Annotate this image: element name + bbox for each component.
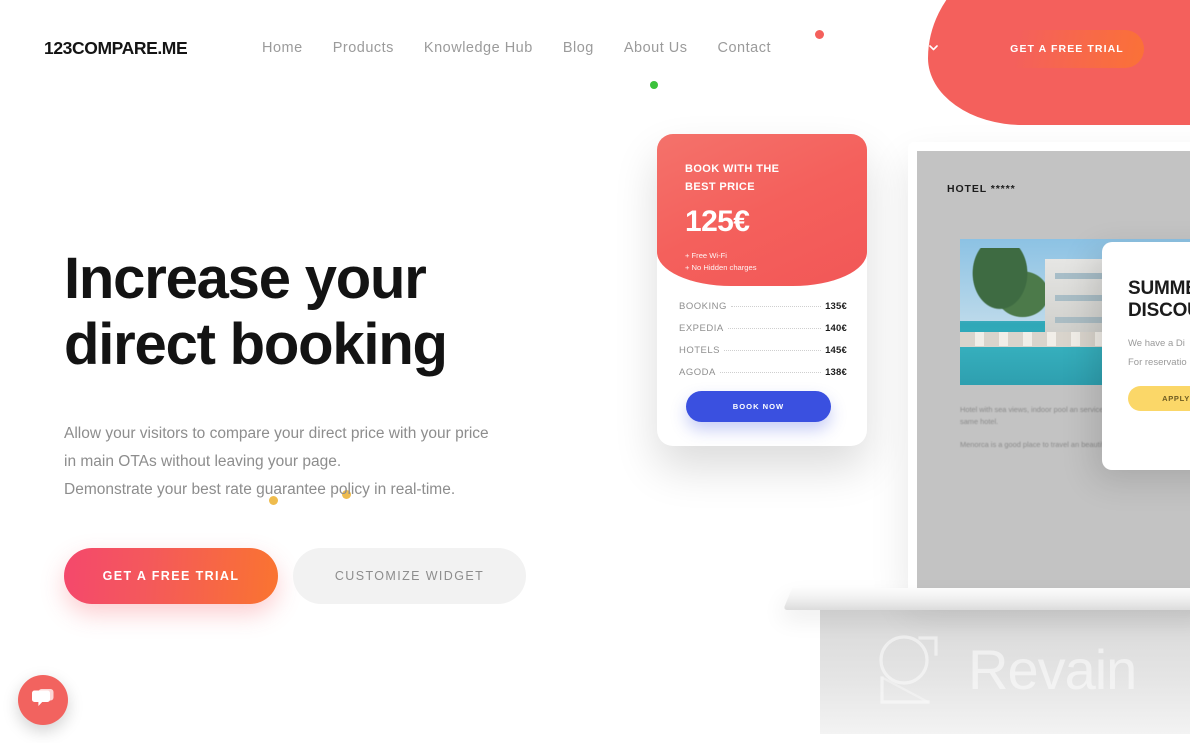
hero-description-line-3: Demonstrate your best rate guarantee pol… (64, 481, 456, 498)
language-label: sh (908, 40, 924, 56)
chevron-down-icon (928, 42, 938, 54)
summer-discount-popup: SUMMER DISCOUNT We have a Di For reserva… (1102, 242, 1190, 470)
hero-section: Increase your direct booking Allow your … (64, 250, 624, 604)
table-row: HOTELS 145€ (679, 345, 847, 356)
nav-item-home[interactable]: Home (262, 40, 318, 56)
widget-features: + Free Wi-Fi + No Hidden charges (685, 250, 867, 274)
widget-header: BOOK WITH THE BEST PRICE 125€ + Free Wi-… (657, 134, 867, 286)
header-free-trial-button[interactable]: GET A FREE TRIAL (990, 30, 1144, 68)
nav-item-products[interactable]: Products (318, 40, 409, 56)
popup-text-line-1: We have a Di (1128, 338, 1185, 349)
nav-item-knowledge-hub[interactable]: Knowledge Hub (409, 40, 548, 56)
hero-title-line-1: Increase your (64, 246, 427, 311)
hero-title-line-2: direct booking (64, 312, 448, 377)
chat-launcher-button[interactable] (18, 675, 68, 725)
apply-discount-button[interactable]: APPLY DISCOU (1128, 386, 1190, 411)
widget-kicker-line-1: BOOK WITH THE (685, 163, 780, 175)
site-logo[interactable]: 123COMPARE.ME (44, 38, 188, 59)
table-row: EXPEDIA 140€ (679, 323, 847, 334)
ota-price: 140€ (825, 323, 847, 334)
popup-title: SUMMER DISCOUNT (1128, 278, 1190, 322)
page-title: Increase your direct booking (64, 250, 624, 374)
nav-item-about-us[interactable]: About Us (609, 40, 703, 56)
ota-price: 135€ (825, 301, 847, 312)
book-now-button[interactable]: BOOK NOW (686, 391, 831, 422)
hero-description-line-2: in main OTAs without leaving your page. (64, 453, 342, 470)
ota-name: BOOKING (679, 301, 727, 312)
landing-page: 123COMPARE.ME Home Products Knowledge Hu… (0, 0, 1190, 743)
ota-name: EXPEDIA (679, 323, 724, 334)
widget-kicker-line-2: BEST PRICE (685, 181, 756, 193)
hero-cta-group: GET A FREE TRIAL CUSTOMIZE WIDGET (64, 548, 624, 604)
laptop-surface-shadow (820, 604, 1190, 734)
customize-widget-button[interactable]: CUSTOMIZE WIDGET (293, 548, 526, 604)
price-comparison-widget: BOOK WITH THE BEST PRICE 125€ + Free Wi-… (657, 134, 867, 446)
widget-feature-2: + No Hidden charges (685, 263, 757, 272)
language-selector[interactable]: sh (908, 40, 938, 56)
ota-price: 138€ (825, 367, 847, 378)
leader-dots (727, 328, 822, 329)
site-header: 123COMPARE.ME Home Products Knowledge Hu… (0, 0, 1190, 98)
widget-feature-1: + Free Wi-Fi (685, 251, 727, 260)
hotel-site-title: HOTEL ***** (947, 183, 1016, 195)
main-navigation: Home Products Knowledge Hub Blog About U… (262, 40, 786, 56)
table-row: AGODA 138€ (679, 367, 847, 378)
nav-item-contact[interactable]: Contact (703, 40, 786, 56)
widget-best-price: 125€ (685, 205, 750, 238)
leader-dots (730, 306, 822, 307)
popup-title-line-2: DISCOUNT (1128, 300, 1190, 321)
photo-palm-tree (970, 247, 1045, 333)
ota-name: HOTELS (679, 345, 721, 356)
popup-text-line-2: For reservatio (1128, 357, 1187, 368)
leader-dots (724, 350, 822, 351)
hero-free-trial-button[interactable]: GET A FREE TRIAL (64, 548, 278, 604)
nav-item-blog[interactable]: Blog (548, 40, 609, 56)
widget-ota-list: BOOKING 135€ EXPEDIA 140€ HOTELS 145€ AG… (657, 286, 867, 378)
widget-kicker: BOOK WITH THE BEST PRICE (685, 160, 867, 196)
leader-dots (719, 372, 822, 373)
laptop-base (783, 588, 1190, 610)
popup-title-line-1: SUMMER (1128, 278, 1190, 299)
chat-bubble-icon (30, 686, 56, 715)
hero-description: Allow your visitors to compare your dire… (64, 420, 624, 504)
ota-name: AGODA (679, 367, 716, 378)
ota-price: 145€ (825, 345, 847, 356)
hero-description-line-1: Allow your visitors to compare your dire… (64, 425, 489, 442)
table-row: BOOKING 135€ (679, 301, 847, 312)
